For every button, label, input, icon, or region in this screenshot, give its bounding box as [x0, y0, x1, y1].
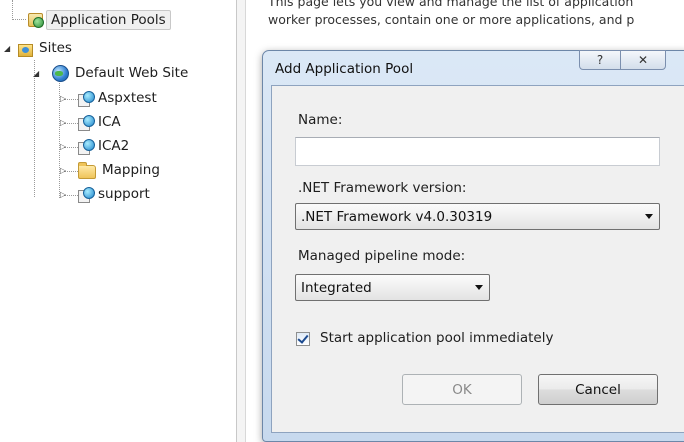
- close-icon: ✕: [637, 53, 649, 67]
- tree-item-sites[interactable]: Sites: [18, 38, 75, 58]
- tree-item-label: Aspxtest: [98, 90, 157, 106]
- expand-arrow-icon[interactable]: ▷: [60, 94, 66, 104]
- framework-version-value: .NET Framework v4.0.30319: [301, 208, 493, 225]
- folder-icon: [78, 162, 96, 179]
- pipeline-label: Managed pipeline mode:: [298, 248, 466, 264]
- name-input[interactable]: [295, 137, 660, 166]
- help-button[interactable]: ?: [579, 50, 621, 70]
- globe-icon: [52, 64, 69, 82]
- close-button[interactable]: ✕: [620, 50, 666, 70]
- application-icon: [78, 187, 95, 203]
- collapse-arrow-icon[interactable]: ◢: [33, 69, 39, 79]
- dialog-titlebar[interactable]: Add Application Pool ? ✕: [263, 50, 684, 83]
- tree-item-default-web-site[interactable]: Default Web Site: [52, 63, 191, 83]
- page-description: This page lets you view and manage the l…: [268, 0, 684, 29]
- expand-arrow-icon[interactable]: ▷: [60, 166, 66, 176]
- tree-item-label: Default Web Site: [75, 65, 189, 81]
- sites-icon: [18, 43, 33, 57]
- tree-item-label: Mapping: [102, 162, 160, 178]
- description-line: worker processes, contain one or more ap…: [268, 12, 635, 27]
- dialog-body: Name: .NET Framework version: .NET Frame…: [271, 85, 684, 433]
- name-label: Name:: [298, 112, 343, 128]
- ok-button-label: OK: [452, 381, 472, 398]
- pane-splitter-fill: [237, 0, 245, 442]
- tree-guide: [34, 60, 35, 197]
- framework-label: .NET Framework version:: [298, 180, 467, 196]
- application-icon: [78, 139, 95, 155]
- description-line: This page lets you view and manage the l…: [268, 0, 634, 9]
- tree-item-label: Application Pools: [46, 10, 171, 30]
- cancel-button-label: Cancel: [575, 381, 621, 398]
- expand-arrow-icon[interactable]: ▷: [60, 142, 66, 152]
- dropdown-arrow-icon: [475, 285, 483, 290]
- start-immediately-checkbox[interactable]: [296, 332, 310, 346]
- tree-item-ica2[interactable]: ICA2: [78, 136, 132, 156]
- add-application-pool-dialog: Add Application Pool ? ✕ Name: .NET Fram…: [262, 50, 684, 442]
- tree-item-label: ICA2: [98, 138, 130, 154]
- tree-item-aspxtest[interactable]: Aspxtest: [78, 88, 160, 108]
- tree-item-label: support: [98, 186, 150, 202]
- tree-item-mapping[interactable]: Mapping: [78, 160, 163, 180]
- dropdown-arrow-icon: [645, 214, 653, 219]
- help-icon: ?: [596, 53, 604, 67]
- application-pools-icon: [28, 13, 44, 28]
- ok-button[interactable]: OK: [402, 374, 522, 405]
- dialog-title: Add Application Pool: [275, 61, 414, 77]
- pipeline-mode-value: Integrated: [301, 279, 372, 296]
- tree-item-label: Sites: [39, 40, 72, 56]
- start-immediately-label[interactable]: Start application pool immediately: [320, 330, 553, 346]
- application-icon: [78, 91, 95, 107]
- application-icon: [78, 115, 95, 131]
- expand-arrow-icon[interactable]: ▷: [60, 190, 66, 200]
- cancel-button[interactable]: Cancel: [538, 374, 658, 405]
- collapse-arrow-icon[interactable]: ◢: [4, 44, 10, 54]
- tree-item-application-pools[interactable]: Application Pools: [28, 10, 171, 30]
- pane-border: [245, 0, 246, 442]
- expand-arrow-icon[interactable]: ▷: [60, 118, 66, 128]
- tree-item-label: ICA: [98, 114, 121, 130]
- pipeline-mode-select[interactable]: Integrated: [295, 274, 490, 301]
- tree-item-support[interactable]: support: [78, 184, 153, 204]
- connections-tree: Application Pools ◢ Sites ◢ Default Web …: [0, 0, 236, 442]
- tree-item-ica[interactable]: ICA: [78, 112, 124, 132]
- framework-version-select[interactable]: .NET Framework v4.0.30319: [295, 203, 660, 230]
